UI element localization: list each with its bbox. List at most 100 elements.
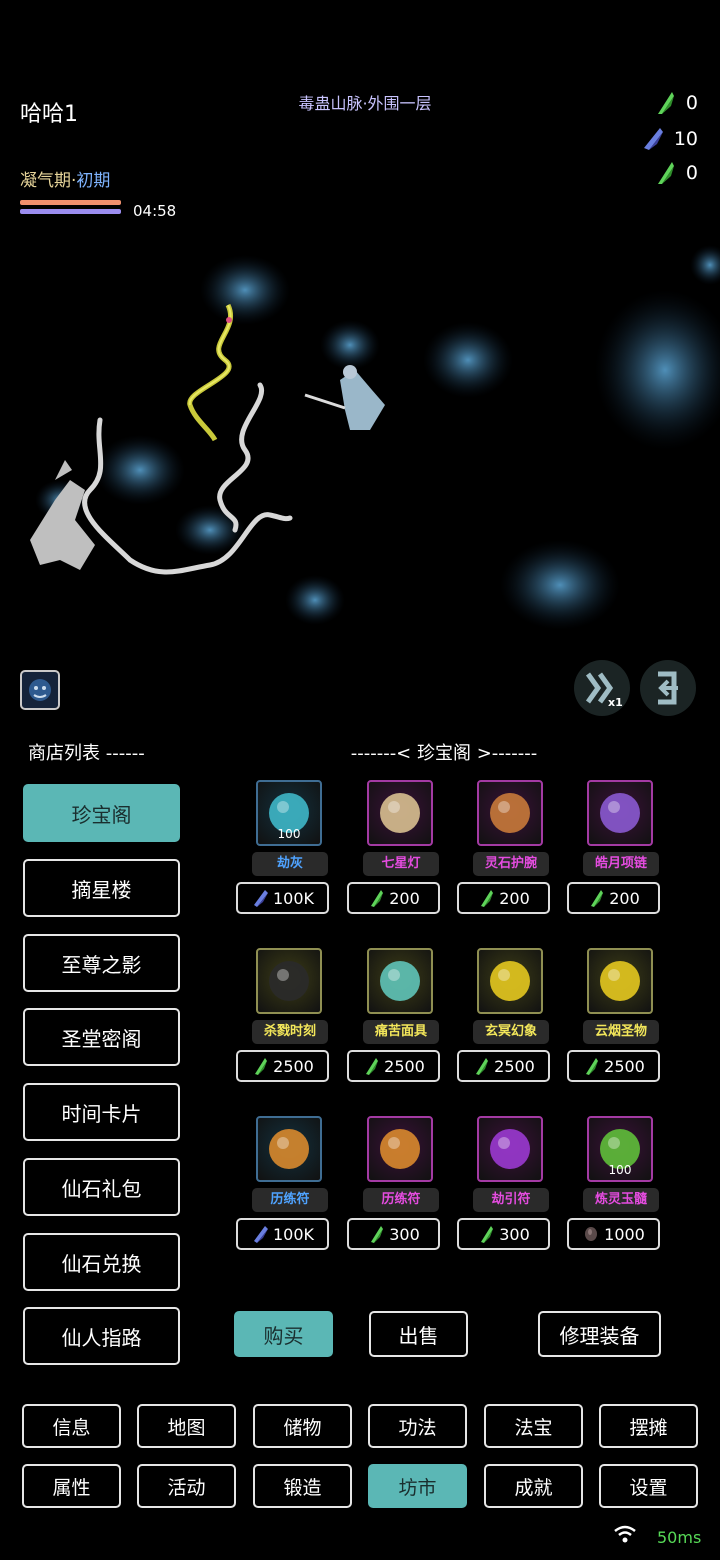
green-crystal-icon [371,1226,384,1243]
shop-item[interactable]: 历练符 300 [347,1116,457,1256]
item-price[interactable]: 300 [457,1218,550,1250]
shop-tab-xianshilibao[interactable]: 仙石礼包 [23,1158,180,1216]
game-scene[interactable] [0,230,720,660]
item-price-value: 100K [272,888,315,908]
realm-stage: 凝气期· [20,171,77,191]
item-price[interactable]: 100K [236,882,329,914]
nav-market-button[interactable]: 坊市 [368,1464,467,1508]
item-image[interactable] [256,948,322,1014]
item-name: 玄冥幻象 [473,1020,549,1044]
shop-item[interactable]: 杀戮时刻 2500 [236,948,346,1088]
item-art-icon [380,793,420,833]
green-crystal-icon [586,1058,599,1075]
item-price[interactable]: 1000 [567,1218,660,1250]
nav-skills-button[interactable]: 功法 [368,1404,467,1448]
nav-events-button[interactable]: 活动 [137,1464,236,1508]
item-image[interactable] [256,1116,322,1182]
item-image[interactable] [477,948,543,1014]
shop-tab-zhaixinglou[interactable]: 摘星楼 [23,859,180,917]
nav-settings-button[interactable]: 设置 [599,1464,698,1508]
item-price[interactable]: 2500 [347,1050,440,1082]
blue-crystal-icon [643,128,663,150]
blue-crystal-icon [253,890,268,907]
green-crystal-icon [255,1058,268,1075]
item-name: 劫灰 [252,852,328,876]
item-art-icon [600,793,640,833]
item-image[interactable] [367,948,433,1014]
nav-achievements-button[interactable]: 成就 [484,1464,583,1508]
item-price[interactable]: 2500 [457,1050,550,1082]
demon-creature [30,460,95,570]
shop-title: -------< 珍宝阁 >------- [350,743,538,764]
exit-icon[interactable] [640,660,696,716]
item-art-icon [380,961,420,1001]
nav-info-button[interactable]: 信息 [22,1404,121,1448]
realm-substage: 初期 [76,171,111,191]
shop-tab-zhizunzhiying[interactable]: 至尊之影 [23,934,180,992]
green-crystal-icon [481,890,494,907]
item-image[interactable] [587,780,653,846]
map-name: 毒蛊山脉·外围一层 [298,94,432,113]
shop-item[interactable]: 痛苦面具 2500 [347,948,457,1088]
item-price[interactable]: 200 [457,882,550,914]
foliage-clusters [35,245,720,630]
speed-x1-icon[interactable]: x1 [574,660,630,716]
item-price[interactable]: 200 [567,882,660,914]
buy-button[interactable]: 购买 [234,1311,333,1357]
shop-item[interactable]: 100 炼灵玉髓 1000 [567,1116,677,1256]
item-name: 七星灯 [363,852,439,876]
item-price[interactable]: 2500 [236,1050,329,1082]
currency-value: 10 [673,128,698,150]
boss-portrait-icon[interactable] [20,670,60,710]
repair-equipment-button[interactable]: 修理装备 [538,1311,661,1357]
shop-item[interactable]: 云烟圣物 2500 [567,948,677,1088]
shop-tab-zhenbaoge[interactable]: 珍宝阁 [23,784,180,842]
shop-item[interactable]: 皓月项链 200 [567,780,677,920]
shop-tab-xianrenzhilu[interactable]: 仙人指路 [23,1307,180,1365]
timer: 04:58 [133,202,177,220]
item-image[interactable] [367,780,433,846]
item-image[interactable] [587,948,653,1014]
currency-green-1: 0 [652,90,698,116]
nav-storage-button[interactable]: 储物 [253,1404,352,1448]
item-name: 历练符 [252,1188,328,1212]
shop-item[interactable]: 七星灯 200 [347,780,457,920]
item-image[interactable] [477,1116,543,1182]
nav-attributes-button[interactable]: 属性 [22,1464,121,1508]
blue-crystal-icon [253,1226,268,1243]
item-image[interactable] [367,1116,433,1182]
shop-tab-xianshiduihuan[interactable]: 仙石兑换 [23,1233,180,1291]
shop-item[interactable]: 玄冥幻象 2500 [457,948,567,1088]
item-name: 历练符 [363,1188,439,1212]
item-image[interactable]: 100 [587,1116,653,1182]
shop-item[interactable]: 历练符 100K [236,1116,346,1256]
shop-item[interactable]: 灵石护腕 200 [457,780,567,920]
green-crystal-icon [591,890,604,907]
green-crystal-icon [476,1058,489,1075]
cultivation-realm: 凝气期·初期 [20,166,110,191]
nav-stall-button[interactable]: 摆摊 [599,1404,698,1448]
shop-tab-shengtangmige[interactable]: 圣堂密阁 [23,1008,180,1066]
nav-forge-button[interactable]: 锻造 [253,1464,352,1508]
nav-map-button[interactable]: 地图 [137,1404,236,1448]
shop-item[interactable]: 劫引符 300 [457,1116,567,1256]
item-price[interactable]: 100K [236,1218,329,1250]
sell-button[interactable]: 出售 [369,1311,468,1357]
item-name: 灵石护腕 [473,852,549,876]
item-name: 皓月项链 [583,852,659,876]
item-price[interactable]: 200 [347,882,440,914]
shop-item[interactable]: 100 劫灰 100K [236,780,346,920]
item-price-value: 1000 [604,1224,645,1244]
item-image[interactable]: 100 [256,780,322,846]
dark-stone-icon [585,1227,598,1241]
item-price[interactable]: 300 [347,1218,440,1250]
green-crystal-icon [366,1058,379,1075]
green-crystal-icon [657,162,674,184]
item-price-value: 2500 [273,1056,314,1076]
item-price[interactable]: 2500 [567,1050,660,1082]
item-name: 杀戮时刻 [252,1020,328,1044]
item-image[interactable] [477,780,543,846]
nav-treasure-button[interactable]: 法宝 [484,1404,583,1448]
item-price-value: 200 [499,888,530,908]
shop-tab-shijiankapian[interactable]: 时间卡片 [23,1083,180,1141]
